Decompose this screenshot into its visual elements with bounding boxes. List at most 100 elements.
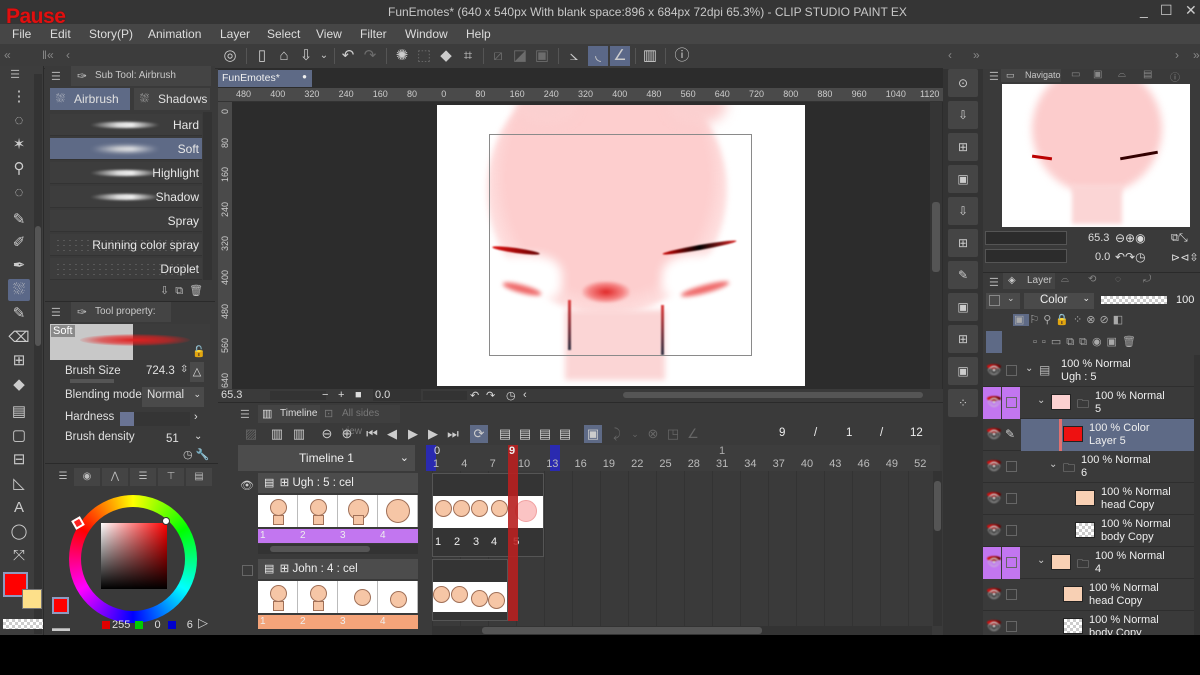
zoom-slider[interactable] xyxy=(270,391,326,400)
lock-layer-icon[interactable]: 🔒 xyxy=(1055,314,1073,326)
track-john-frames[interactable] xyxy=(432,559,508,621)
eye-icon[interactable]: 👁 xyxy=(987,588,1001,601)
eye-icon[interactable]: 👁 xyxy=(987,460,1001,473)
saturation-value-square[interactable] xyxy=(101,523,167,589)
zoom-in-icon[interactable]: ⊕ xyxy=(338,425,356,443)
stroke-pattern-icon[interactable]: ▬▬ xyxy=(52,623,70,633)
brush-item-spray[interactable]: Spray xyxy=(50,210,202,232)
minimize-button[interactable]: _ xyxy=(1140,2,1148,18)
red-value[interactable]: 255 xyxy=(112,619,130,631)
figure-tool-icon[interactable]: ▢ xyxy=(8,425,30,447)
menu-story[interactable]: Story(P) xyxy=(89,27,133,41)
magic-wand-tool-icon[interactable]: ✶ xyxy=(8,134,30,156)
delete-cel-icon[interactable]: ▤ xyxy=(556,425,574,443)
brush-size-expand-icon[interactable]: △ xyxy=(190,362,204,382)
panel-menu-icon[interactable]: ☰ xyxy=(51,306,61,319)
green-value[interactable]: 0 xyxy=(154,619,160,631)
rotation-controls-icons[interactable]: ↶↷◷ xyxy=(1115,250,1146,264)
rotation-slider[interactable] xyxy=(423,391,467,400)
mask-icon[interactable]: ⊗ xyxy=(1086,314,1099,326)
fill-selection-icon[interactable]: ◪ xyxy=(510,46,530,66)
decoration-tool-icon[interactable]: ✎ xyxy=(8,303,30,325)
color-icon[interactable]: ◧ xyxy=(1113,314,1127,326)
pen-tool-icon[interactable]: ✎ xyxy=(8,209,30,231)
scroll-thumb[interactable] xyxy=(934,481,941,531)
material-grid-icon[interactable]: ⊞ xyxy=(948,325,978,353)
zoom-out-icon[interactable]: − xyxy=(322,389,328,401)
close-button[interactable]: ✕ xyxy=(1185,2,1197,19)
cel-thumb[interactable] xyxy=(378,495,418,527)
chevron-down-icon[interactable]: ⌄ xyxy=(194,431,202,442)
select-checkbox[interactable] xyxy=(1006,589,1017,600)
zoom-value[interactable]: 65.3 xyxy=(221,389,242,401)
new-file-icon[interactable]: ▯ xyxy=(252,46,272,66)
pen-icon[interactable]: ∠ xyxy=(684,425,702,443)
menu-icon[interactable]: ☰ xyxy=(4,64,26,86)
layer-content[interactable]: ⌄ 🗀 100 % Normal 6 xyxy=(1021,451,1196,483)
eye-icon[interactable]: 👁 xyxy=(987,556,1001,569)
blend-tool-icon[interactable]: ⊞ xyxy=(8,350,30,372)
eye-icon[interactable]: 👁 xyxy=(240,479,254,492)
color-set-tab-icon[interactable]: ⋀ xyxy=(102,468,128,486)
animation-cels-tab-icon[interactable]: ⟲ xyxy=(1088,274,1096,285)
brush-item-shadow[interactable]: Shadow xyxy=(50,186,202,208)
tab-timeline[interactable]: ▥ Timeline xyxy=(258,405,320,423)
3d-tab-icon[interactable]: ⌓ xyxy=(1118,69,1126,80)
drawing-canvas[interactable] xyxy=(437,105,805,386)
open-file-icon[interactable]: ⌂ xyxy=(274,46,294,66)
material-grid-icon[interactable]: ⊞ xyxy=(948,229,978,257)
visibility-checkbox[interactable] xyxy=(242,565,253,576)
play-icon[interactable]: ▷ xyxy=(198,615,208,631)
menu-animation[interactable]: Animation xyxy=(148,27,201,41)
panel-menu-icon[interactable]: ☰ xyxy=(989,70,999,83)
expand-panel-icon[interactable]: » xyxy=(973,48,980,62)
material-pattern-icon[interactable]: ⁘ xyxy=(948,389,978,417)
chevron-down-icon[interactable]: ⌄ xyxy=(1037,395,1045,406)
brush-item-running-color-spray[interactable]: Running color spray xyxy=(50,234,202,256)
brush-size-slider[interactable] xyxy=(70,379,114,383)
chevron-down-icon[interactable]: ⌄ xyxy=(1049,459,1057,470)
new-animation-cel-icon[interactable]: ▤ xyxy=(516,425,534,443)
info-tab-icon[interactable]: ⓘ xyxy=(1170,69,1180,84)
cel-thumb[interactable] xyxy=(258,495,298,527)
operation-tool-icon[interactable]: ⋮ xyxy=(8,86,30,108)
brush-size-value[interactable]: 724.3 xyxy=(146,365,175,377)
layer-list-scrollbar[interactable] xyxy=(1194,355,1200,635)
zoom-out-icon[interactable]: ⊖ xyxy=(318,425,336,443)
fill-icon[interactable]: ◆ xyxy=(436,46,456,66)
panel-menu-icon[interactable]: ☰ xyxy=(240,408,250,421)
rotation-slider[interactable] xyxy=(985,249,1067,263)
material-frame-icon[interactable]: ▣ xyxy=(948,293,978,321)
menu-filter[interactable]: Filter xyxy=(360,27,387,41)
navigator-preview[interactable] xyxy=(1002,84,1190,227)
snap-ruler-icon[interactable]: ⦣ xyxy=(564,46,584,66)
balloon-tool-icon[interactable]: ◯ xyxy=(8,521,30,543)
material-brush-icon[interactable]: ✎ xyxy=(948,261,978,289)
airbrush-tool-icon[interactable]: ⛆ xyxy=(8,279,30,301)
canvas-vertical-scrollbar[interactable] xyxy=(930,102,942,389)
text-tool-icon[interactable]: A xyxy=(8,497,30,519)
cel-thumb[interactable] xyxy=(338,581,378,613)
expand-icon[interactable]: ⊞ xyxy=(280,563,290,575)
new-timeline-icon[interactable]: ▥ xyxy=(268,425,286,443)
loop-icon[interactable]: ⟳ xyxy=(470,425,488,443)
clip-lower-layer-icon[interactable]: ▣ xyxy=(1013,314,1030,326)
move-tool-icon[interactable]: ◌ xyxy=(8,182,30,204)
material-download-icon[interactable]: ⇩ xyxy=(948,101,978,129)
layer-action-toolbar[interactable]: ▫▫▭⧉⧉◉▣🗑 xyxy=(1033,335,1198,351)
eye-icon[interactable]: 👁 xyxy=(987,396,1001,409)
cel-thumb[interactable] xyxy=(378,581,418,613)
layer-row[interactable]: 👁 100 % Normal head Copy xyxy=(983,483,1196,515)
specify-cel-icon[interactable]: ▤ xyxy=(536,425,554,443)
tool-scrollbar[interactable] xyxy=(34,74,42,634)
sub-tool-footer-icons[interactable]: ⇩⧉🗑 xyxy=(160,284,209,298)
eraser-tool-icon[interactable]: ⌫ xyxy=(8,327,30,349)
material-frame-icon[interactable]: ▣ xyxy=(948,165,978,193)
select-checkbox[interactable] xyxy=(1006,557,1017,568)
play-icon[interactable]: ▶ xyxy=(404,425,422,443)
apply-mask-icon[interactable]: ▣ xyxy=(1107,336,1122,348)
menu-view[interactable]: View xyxy=(316,27,342,41)
gradient-tool-icon[interactable]: ▤ xyxy=(8,401,30,423)
auto-action-tab-icon[interactable]: ⤾ xyxy=(1143,274,1151,285)
menu-help[interactable]: Help xyxy=(466,27,491,41)
